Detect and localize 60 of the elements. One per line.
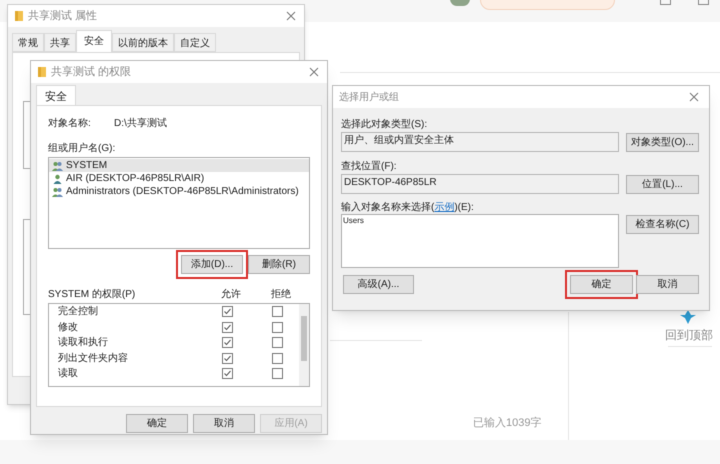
field-value: 用户、组或内置安全主体 [341,132,619,152]
dialog-button[interactable]: 取消 [636,275,699,294]
checkbox[interactable] [272,337,283,348]
back-to-top-link[interactable]: 回到顶部 [665,326,713,344]
column-header: 拒绝 [271,288,291,301]
field-label: 对象名称: [48,116,92,130]
dialog-button[interactable]: 高级(A)... [343,275,414,294]
field-label: 组或用户名(G): [48,142,116,155]
scrollbar-thumb[interactable] [301,316,307,361]
checkbox[interactable] [222,337,233,348]
example-link[interactable]: 示例 [434,202,454,213]
checkbox[interactable] [222,322,233,333]
dialog-button[interactable]: 检查名称(C) [626,215,699,234]
checkbox[interactable] [272,352,283,364]
checkbox[interactable] [222,368,233,380]
field-label: SYSTEM 的权限(P) [48,288,136,301]
tab[interactable]: 以前的版本 [112,33,174,52]
folder-icon [37,66,47,78]
dialog-button[interactable]: 取消 [193,414,255,433]
list-item[interactable]: SYSTEM [49,159,309,172]
users-icon [52,160,63,170]
checkbox[interactable] [272,322,283,333]
field-value: DESKTOP-46P85LR [341,174,619,194]
field-label: 选择此对象类型(S): [341,118,428,130]
field-label: 查找位置(F): [341,160,398,172]
window-title: 共享测试 属性 [28,8,98,24]
close-icon [689,92,699,102]
dialog-button[interactable]: 位置(L)... [626,174,699,194]
list-item[interactable]: Administrators (DESKTOP-46P85LR\Administrators) [49,185,309,198]
dialog-button[interactable]: 对象类型(O)... [626,132,699,152]
checkbox[interactable] [222,352,233,364]
names-field[interactable]: Users [341,214,619,268]
tab[interactable]: 共享 [44,33,76,52]
field-label: 输入对象名称来选择(示例)(E): [341,200,475,213]
folder-icon [14,10,24,22]
dialog-button[interactable]: 删除(R) [248,255,310,274]
permission-name: 完全控制 [58,304,99,320]
field-value: D:\共享测试 [114,116,167,130]
permission-name: 列出文件夹内容 [58,352,129,366]
char-count: 已输入1039字 [473,416,542,431]
window-title: 共享测试 的权限 [51,64,132,80]
column-header: 允许 [221,288,242,301]
window-title: 选择用户或组 [339,90,399,104]
permission-name: 修改 [58,320,79,335]
permission-name: 读取和执行 [58,336,109,350]
checkbox[interactable] [222,306,233,318]
tab[interactable]: 安全 [76,30,112,52]
scrollbar[interactable] [299,304,309,386]
dialog-button[interactable]: 确定 [126,414,188,433]
permission-name: 读取 [58,366,79,382]
tab[interactable]: 常规 [12,33,44,52]
checkbox[interactable] [272,306,283,318]
list-item[interactable]: AIR (DESKTOP-46P85LR\AIR) [49,172,309,185]
tab[interactable]: 安全 [36,85,76,105]
close-icon [286,11,296,21]
checkbox[interactable] [272,368,283,380]
users-icon [52,186,63,196]
user-icon [52,174,63,184]
tab[interactable]: 自定义 [174,33,216,52]
close-icon [309,67,319,77]
